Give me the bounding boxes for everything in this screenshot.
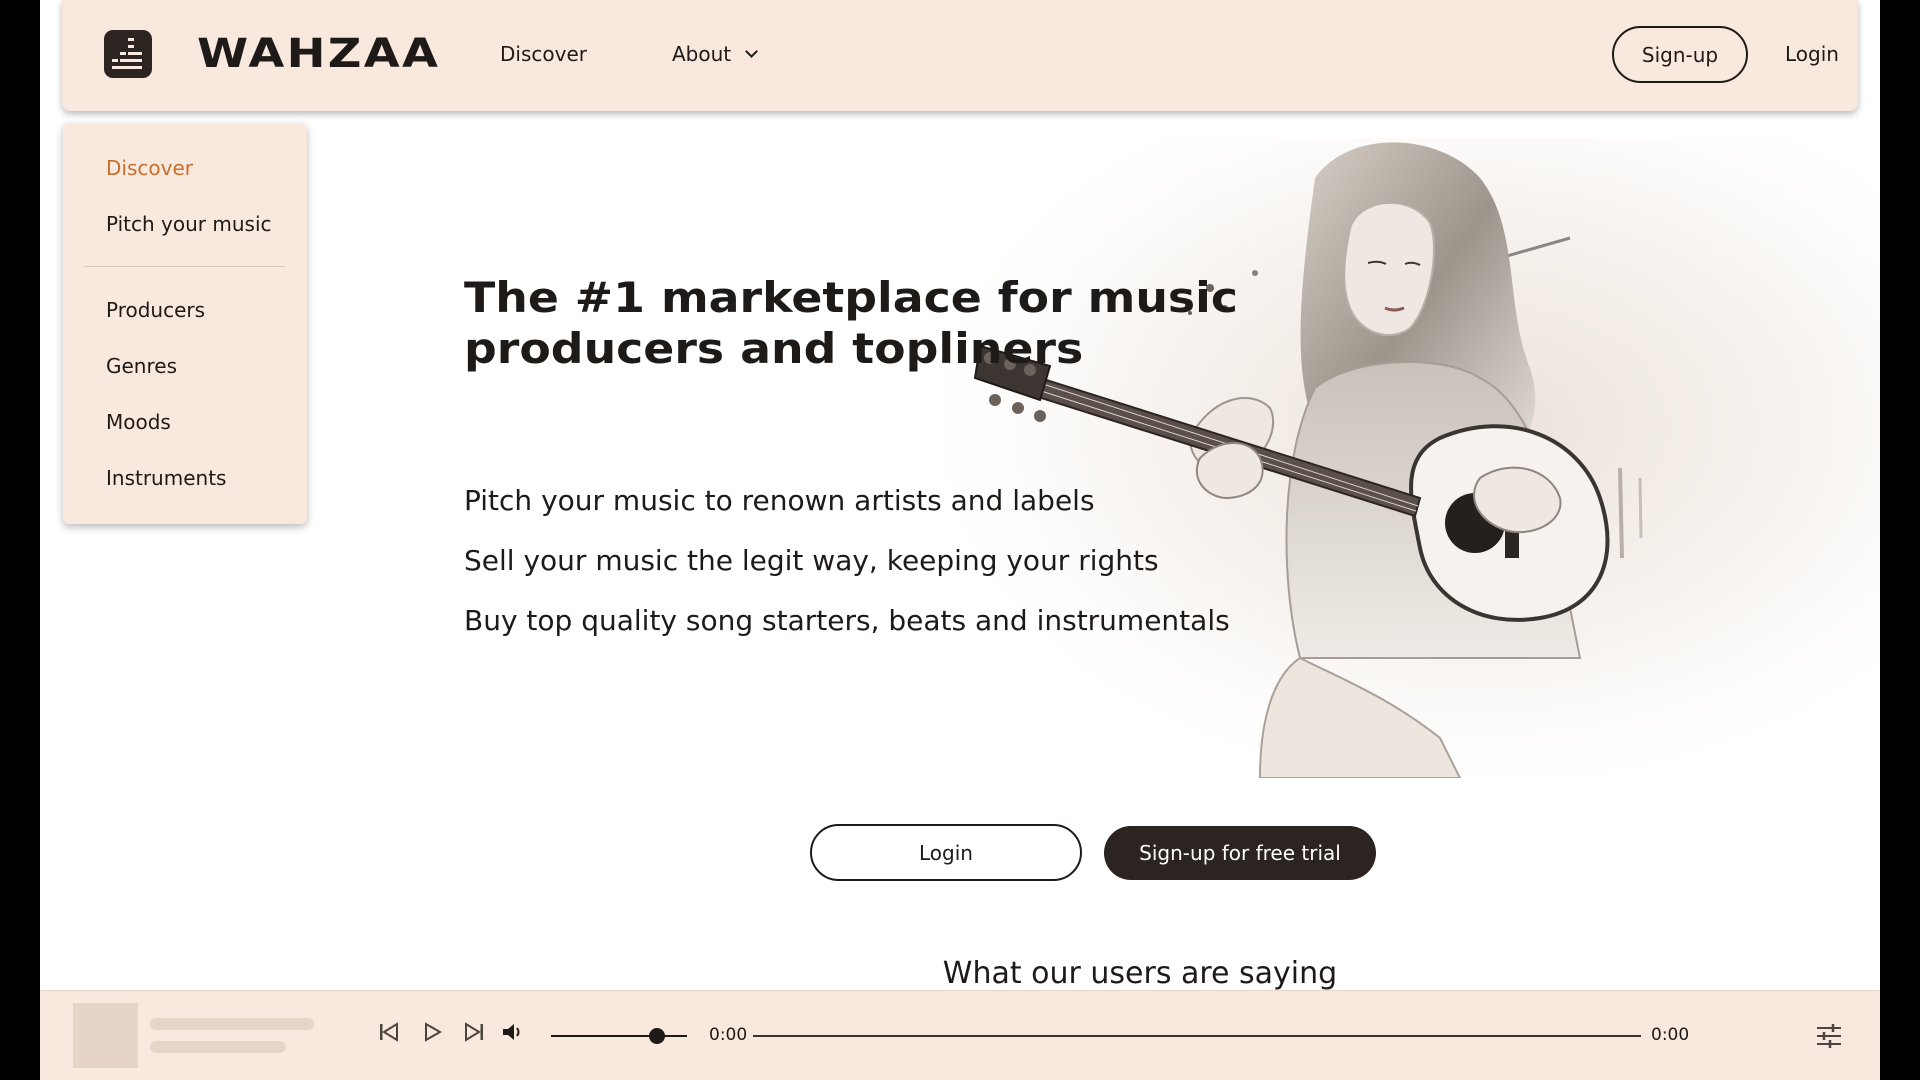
track-artwork-placeholder xyxy=(73,1003,138,1068)
hero-guitarist-illustration xyxy=(920,138,1880,778)
menu-item-genres[interactable]: Genres xyxy=(106,354,177,378)
volume-icon[interactable] xyxy=(501,1021,525,1043)
volume-slider[interactable] xyxy=(551,1035,687,1037)
menu-item-pitch-your-music[interactable]: Pitch your music xyxy=(106,212,272,236)
track-artist-placeholder xyxy=(150,1041,286,1053)
current-time: 0:00 xyxy=(709,1025,748,1045)
hero-benefit-pitch: Pitch your music to renown artists and l… xyxy=(464,484,1095,517)
skip-forward-icon[interactable] xyxy=(463,1021,485,1043)
hero-login-button[interactable]: Login xyxy=(810,824,1082,881)
equalizer-logo-icon[interactable] xyxy=(104,30,152,78)
menu-item-discover[interactable]: Discover xyxy=(106,156,193,180)
hero-signup-trial-button[interactable]: Sign-up for free trial xyxy=(1104,826,1376,880)
audio-player-bar: 0:00 0:00 xyxy=(40,990,1880,1080)
menu-item-producers[interactable]: Producers xyxy=(106,298,205,322)
chevron-down-icon xyxy=(745,45,759,58)
signup-button[interactable]: Sign-up xyxy=(1612,26,1748,83)
menu-divider xyxy=(84,266,285,267)
testimonials-heading: What our users are saying xyxy=(942,956,1338,991)
hero-benefit-sell: Sell your music the legit way, keeping y… xyxy=(464,544,1159,577)
play-icon[interactable] xyxy=(421,1021,443,1043)
volume-slider-knob[interactable] xyxy=(649,1028,666,1044)
brand-wordmark[interactable]: WAHZAA xyxy=(197,31,440,77)
nav-about-dropdown[interactable]: About xyxy=(672,42,759,66)
track-title-placeholder xyxy=(150,1018,314,1030)
login-link[interactable]: Login xyxy=(1785,42,1839,66)
page-frame: WAHZAA Discover About Sign-up Login Disc… xyxy=(40,0,1880,1080)
nav-about-label: About xyxy=(672,42,732,66)
hero-benefit-buy: Buy top quality song starters, beats and… xyxy=(464,604,1230,637)
track-duration: 0:00 xyxy=(1651,1025,1690,1045)
skip-back-icon[interactable] xyxy=(378,1021,400,1043)
seek-bar[interactable] xyxy=(753,1035,1641,1037)
menu-item-moods[interactable]: Moods xyxy=(106,410,171,434)
equalizer-settings-icon[interactable] xyxy=(1816,1024,1842,1048)
nav-discover-link[interactable]: Discover xyxy=(500,42,587,66)
hero-title: The #1 marketplace for music producers a… xyxy=(464,273,1239,373)
menu-item-instruments[interactable]: Instruments xyxy=(106,466,226,490)
top-navbar: WAHZAA Discover About Sign-up Login xyxy=(62,0,1858,111)
discover-dropdown-menu: Discover Pitch your music Producers Genr… xyxy=(63,123,307,524)
